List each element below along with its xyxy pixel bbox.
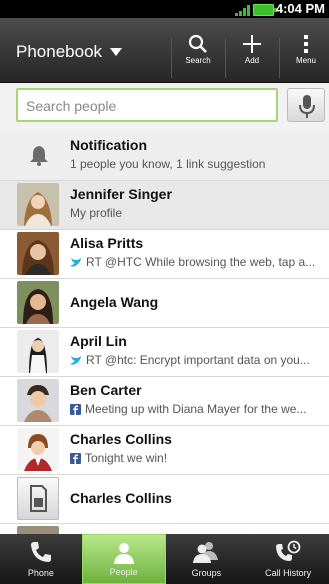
person-icon: [113, 543, 134, 564]
avatar: [17, 428, 59, 471]
contact-row[interactable]: Jennifer Singer My profile: [0, 181, 329, 230]
contact-row[interactable]: Alisa Pritts RT @HTC While browsing the …: [0, 230, 329, 279]
contact-name: Charles Collins: [70, 431, 172, 447]
phone-screen: 4:04 PM Phonebook Search Add Menu Search…: [0, 0, 329, 584]
contact-status: My profile: [70, 206, 123, 220]
contact-row[interactable]: Charles Collins Tonight we win!: [0, 426, 329, 475]
contact-name: Alisa Pritts: [70, 235, 144, 251]
avatar: [17, 330, 59, 373]
microphone-icon: [299, 95, 315, 118]
facebook-icon: [70, 453, 81, 464]
tab-phone-label: Phone: [27, 568, 54, 578]
battery-icon: [253, 4, 277, 16]
notification-row[interactable]: Notification 1 people you know, 1 link s…: [0, 132, 329, 181]
menu-button-label: Menu: [295, 56, 316, 65]
search-icon: [188, 34, 207, 53]
contact-name: Ben Carter: [70, 382, 142, 398]
contact-status: Meeting up with Diana Mayer for the we..…: [70, 402, 322, 416]
contact-list: Notification 1 people you know, 1 link s…: [0, 132, 329, 573]
facebook-icon: [70, 404, 81, 415]
phonebook-dropdown[interactable]: Phonebook: [16, 42, 123, 62]
tab-people-label: People: [109, 567, 138, 577]
contact-name: Charles Collins: [70, 490, 172, 506]
status-time: 4:04 PM: [275, 1, 325, 16]
contact-status: RT @HTC While browsing the web, tap a...: [70, 255, 322, 269]
tab-groups[interactable]: Groups: [166, 534, 248, 584]
contact-row[interactable]: Ben Carter Meeting up with Diana Mayer f…: [0, 377, 329, 426]
contact-status: Tonight we win!: [70, 451, 322, 465]
contact-name: Jennifer Singer: [70, 186, 172, 202]
search-placeholder: Search people: [26, 98, 117, 114]
contact-status: RT @htc: Encrypt important data on you..…: [70, 353, 322, 367]
page-title: Phonebook: [16, 42, 103, 61]
menu-icon: [304, 35, 308, 53]
avatar: [17, 232, 59, 275]
notification-text: 1 people you know, 1 link suggestion: [70, 157, 266, 171]
sim-card-icon: [30, 485, 47, 512]
contact-name: April Lin: [70, 333, 127, 349]
voice-search-button[interactable]: [287, 88, 325, 122]
tab-people[interactable]: People: [81, 534, 166, 584]
groups-icon: [193, 542, 219, 563]
bell-icon: [30, 146, 48, 166]
action-bar: Phonebook Search Add Menu: [0, 18, 329, 83]
contact-name: Angela Wang: [70, 294, 159, 310]
contact-row[interactable]: Angela Wang: [0, 279, 329, 328]
avatar: [17, 183, 59, 226]
add-button-label: Add: [244, 56, 260, 65]
contact-row[interactable]: Charles Collins: [0, 475, 329, 524]
twitter-icon: [70, 356, 81, 365]
tab-call-history[interactable]: Call History: [247, 534, 329, 584]
plus-icon: [243, 35, 261, 53]
menu-button[interactable]: Menu: [280, 34, 329, 82]
avatar: [17, 281, 59, 324]
search-input[interactable]: Search people: [16, 88, 278, 122]
tab-groups-label: Groups: [191, 568, 222, 578]
tab-call-history-label: Call History: [265, 568, 312, 578]
search-row: Search people: [0, 83, 329, 134]
call-history-icon: [276, 540, 301, 561]
tab-phone[interactable]: Phone: [0, 534, 82, 584]
contact-row[interactable]: April Lin RT @htc: Encrypt important dat…: [0, 328, 329, 377]
search-button[interactable]: Search: [172, 34, 224, 82]
twitter-icon: [70, 258, 81, 267]
chevron-down-icon: [110, 48, 123, 56]
bottom-tab-bar: Phone People Groups Call History: [0, 534, 329, 584]
phone-icon: [30, 542, 51, 562]
signal-icon: [235, 5, 250, 16]
avatar: [17, 379, 59, 422]
search-button-label: Search: [185, 56, 211, 65]
status-bar: 4:04 PM: [0, 0, 329, 18]
notification-title: Notification: [70, 137, 147, 153]
avatar: [17, 477, 59, 520]
add-button[interactable]: Add: [226, 34, 278, 82]
